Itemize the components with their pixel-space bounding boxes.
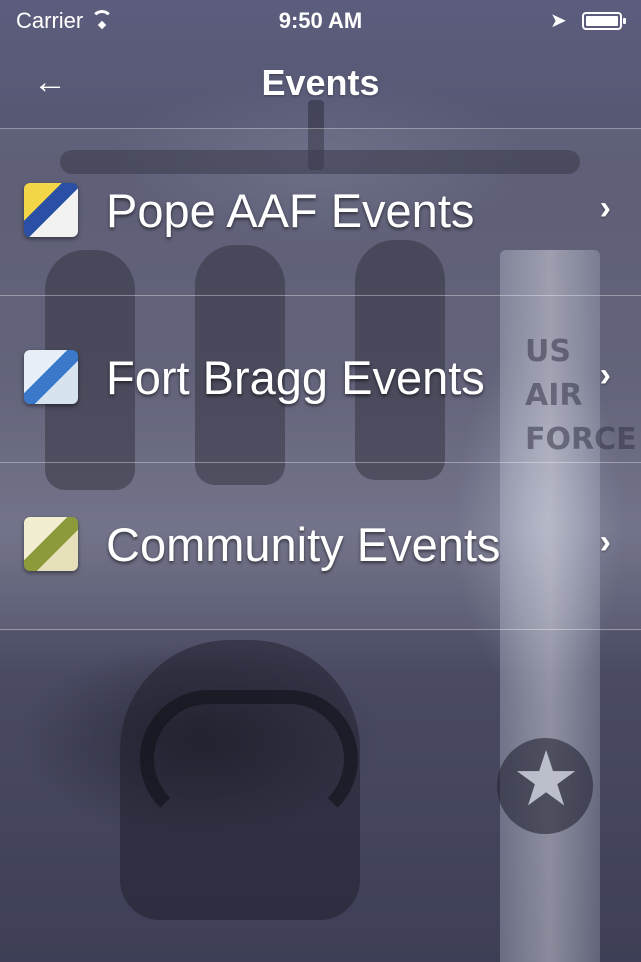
community-cube-icon	[24, 517, 78, 571]
page-title: Events	[261, 62, 380, 103]
list-item-label: Community Events	[106, 518, 501, 571]
battery-level	[586, 16, 618, 26]
fort-bragg-cube-icon	[24, 350, 78, 404]
navigation-bar: ← Events	[0, 48, 641, 126]
list-item-fort-bragg-events[interactable]: Fort Bragg Events ›	[0, 296, 641, 463]
status-bar: Carrier 9:50 AM ➤	[0, 0, 641, 40]
chevron-right-icon: ›	[599, 356, 611, 394]
pope-aaf-cube-icon	[24, 183, 78, 237]
list-item-label: Fort Bragg Events	[106, 351, 485, 404]
headset-silhouette	[140, 690, 358, 828]
status-time: 9:50 AM	[278, 8, 363, 33]
location-arrow-icon: ➤	[550, 10, 567, 32]
chevron-right-icon: ›	[599, 523, 611, 561]
list-item-pope-aaf-events[interactable]: Pope AAF Events ›	[0, 129, 641, 296]
list-item-community-events[interactable]: Community Events ›	[0, 463, 641, 630]
battery-icon	[582, 12, 626, 30]
chevron-right-icon: ›	[599, 189, 611, 227]
star-icon: ★	[512, 737, 581, 822]
events-list: Pope AAF Events › Fort Bragg Events › Co…	[0, 129, 641, 630]
list-item-label: Pope AAF Events	[106, 184, 475, 237]
